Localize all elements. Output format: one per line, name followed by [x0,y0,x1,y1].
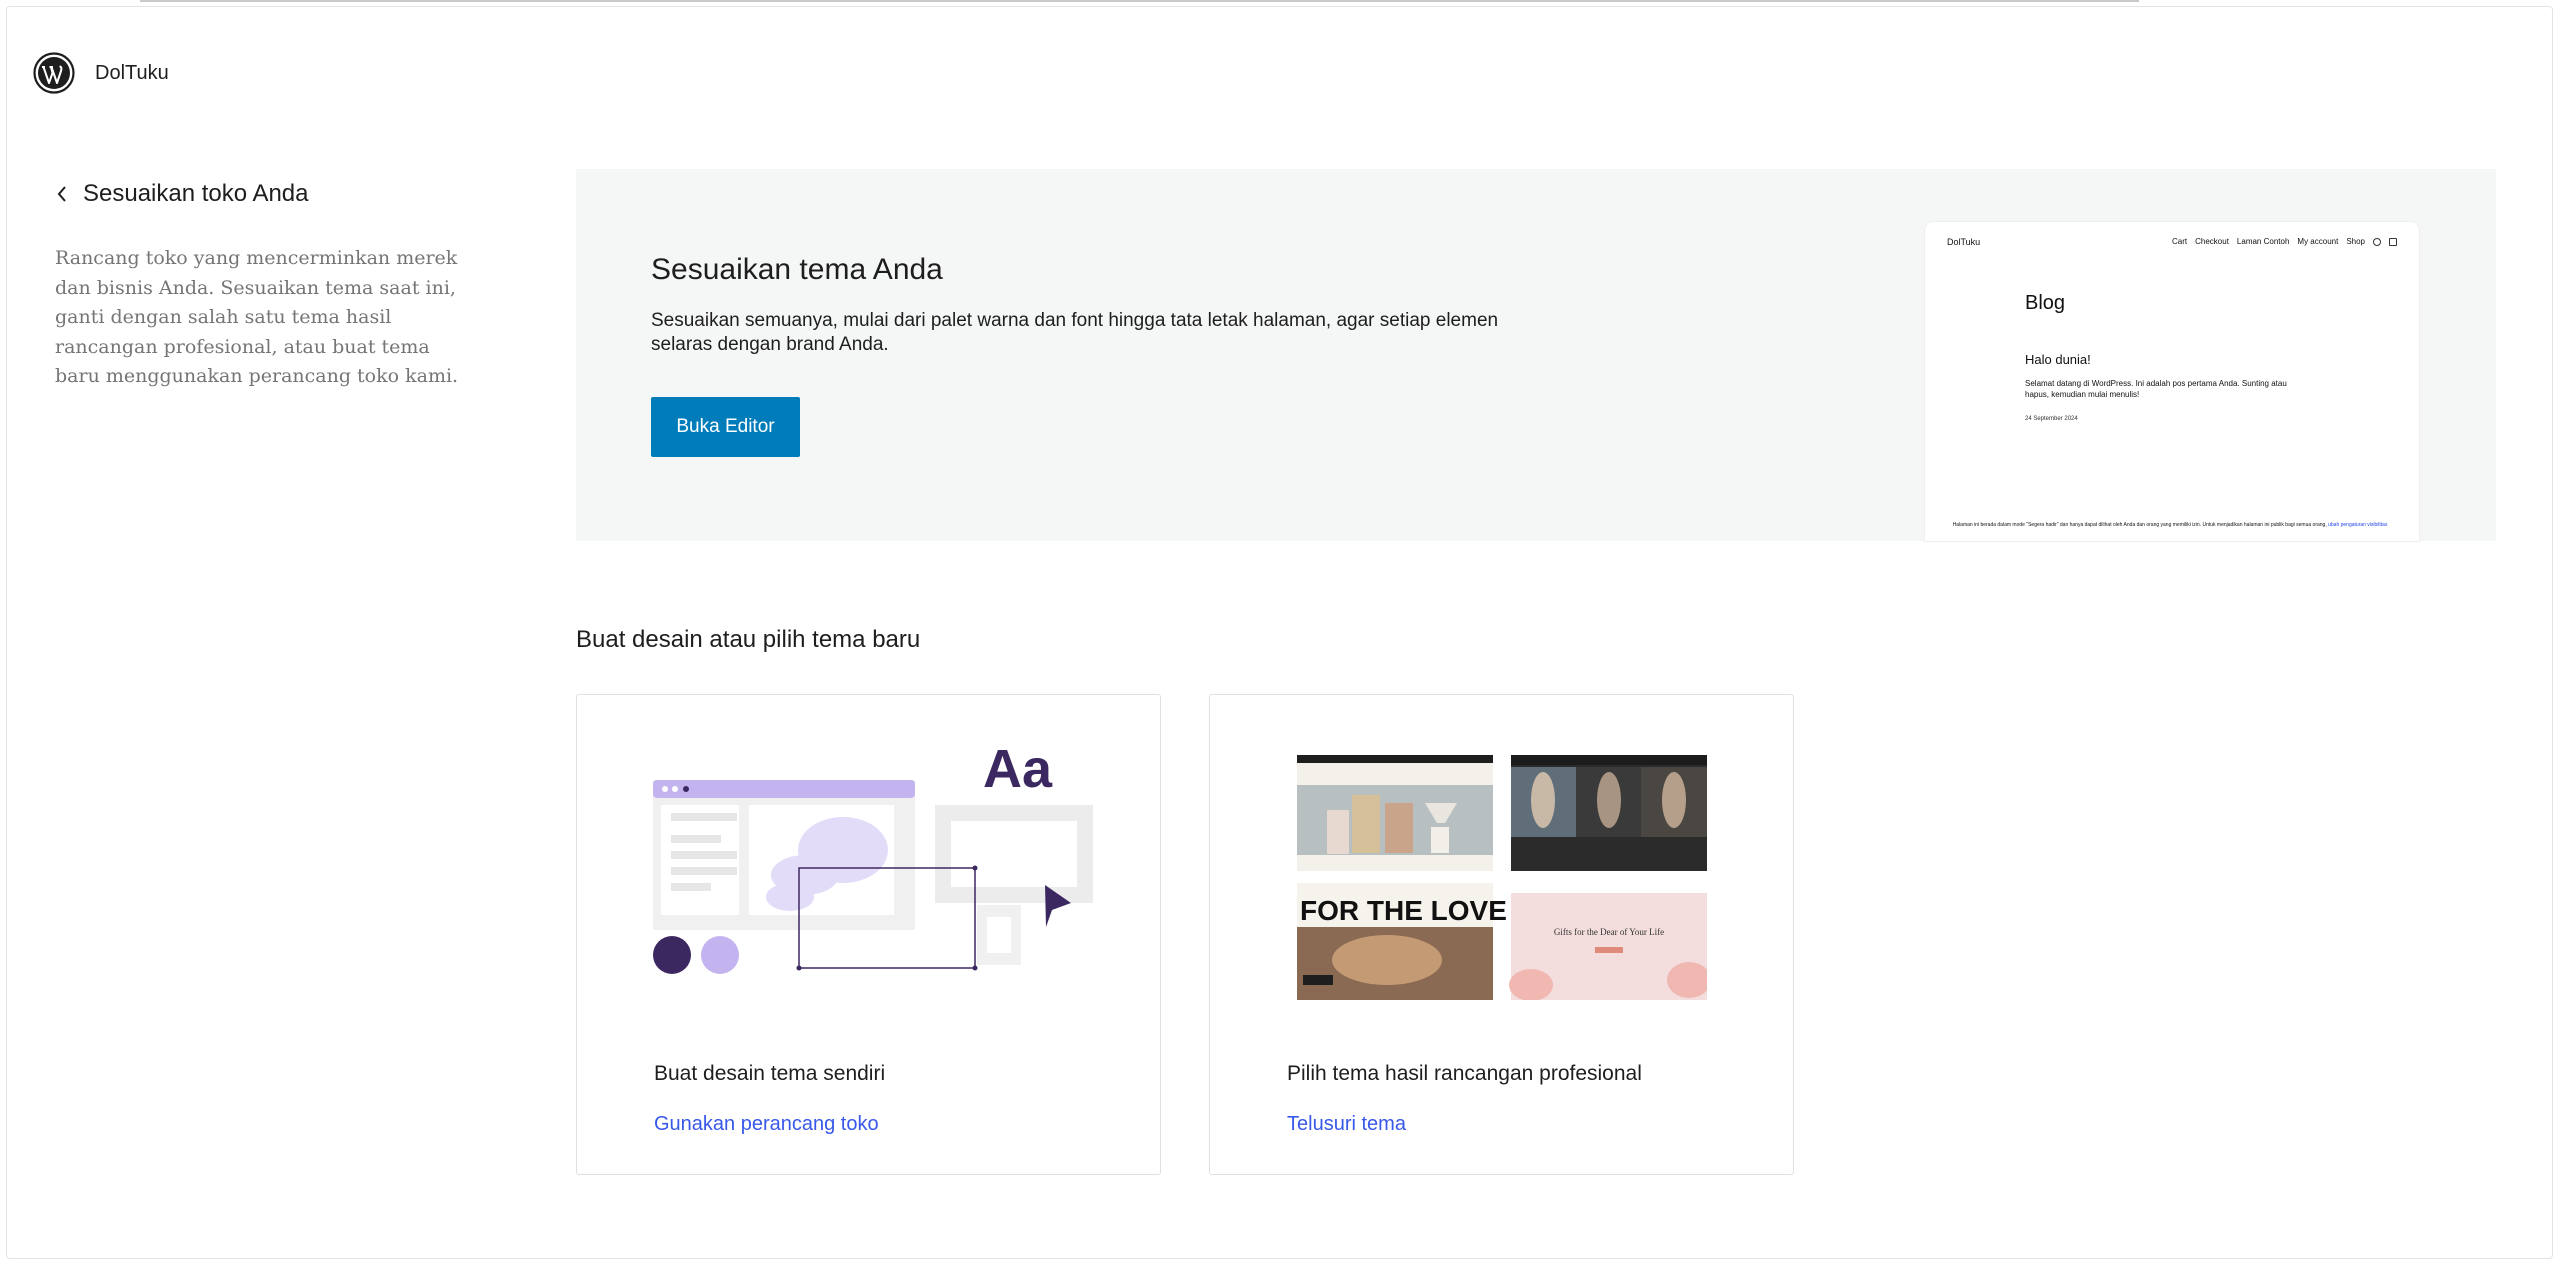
customize-theme-card: Sesuaikan tema Anda Sesuaikan semuanya, … [576,169,2496,541]
design-own-theme-card[interactable]: Aa Buat desain tema sendiri Gunakan pera… [576,694,1161,1175]
back-button[interactable]: Sesuaikan toko Anda [55,180,309,208]
choose-pro-theme-card[interactable]: FOR THE LOVE OF B Gifts for the Dear of … [1209,694,1794,1175]
preview-account-icon [2373,237,2381,246]
preview-post-text: Selamat datang di WordPress. Ini adalah … [2025,379,2287,399]
theme-thumbnails: FOR THE LOVE OF B Gifts for the Dear of … [1297,755,1707,1000]
preview-footer-link: ubah pengaturan visibilitas [2328,522,2388,528]
theme-preview[interactable]: DolTuku Cart Checkout Laman Contoh My ac… [1925,222,2419,541]
sidebar-title: Sesuaikan toko Anda [83,180,309,207]
preview-nav-item: Shop [2346,237,2365,246]
preview-footer-text: Halaman ini berada dalam mode "Segera ha… [1952,522,2327,528]
open-editor-button[interactable]: Buka Editor [651,397,800,457]
choose-pro-theme-title: Pilih tema hasil rancangan profesional [1287,1062,1642,1085]
hero-description: Sesuaikan semuanya, mulai dari palet war… [651,310,1499,355]
use-store-designer-link[interactable]: Gunakan perancang toko [654,1113,879,1136]
preview-post-date: 24 September 2024 [2025,416,2078,422]
chevron-left-icon [57,186,66,202]
preview-blog-title: Blog [2025,292,2066,314]
preview-post-title: Halo dunia! [2025,352,2091,367]
section-title: Buat desain atau pilih tema baru [576,626,921,653]
preview-site-name: DolTuku [1947,237,1981,247]
store-designer-illustration: Aa [653,745,1093,974]
preview-nav-item: Cart [2172,237,2188,246]
preview-footer-notice: Halaman ini berada dalam mode "Segera ha… [1935,522,2405,529]
preview-nav-item: My account [2297,237,2339,246]
wordpress-logo-icon [33,52,75,94]
hero-title: Sesuaikan tema Anda [651,253,943,286]
preview-nav-item: Checkout [2195,237,2229,246]
site-brand[interactable]: DolTuku [33,52,169,94]
sidebar-description: Rancang toko yang mencerminkan merek dan… [55,247,459,387]
browse-themes-link[interactable]: Telusuri tema [1287,1113,1406,1136]
site-name: DolTuku [95,61,169,84]
preview-cart-icon [2389,237,2397,246]
progress-line [140,0,2139,2]
preview-nav-item: Laman Contoh [2236,237,2290,246]
design-own-theme-title: Buat desain tema sendiri [654,1062,886,1085]
typography-aa-label: Aa [983,745,1053,799]
theme-thumb-gift-title: Gifts for the Dear of Your Life [1554,927,1664,937]
preview-nav: Cart Checkout Laman Contoh My account Sh… [2172,237,2397,246]
